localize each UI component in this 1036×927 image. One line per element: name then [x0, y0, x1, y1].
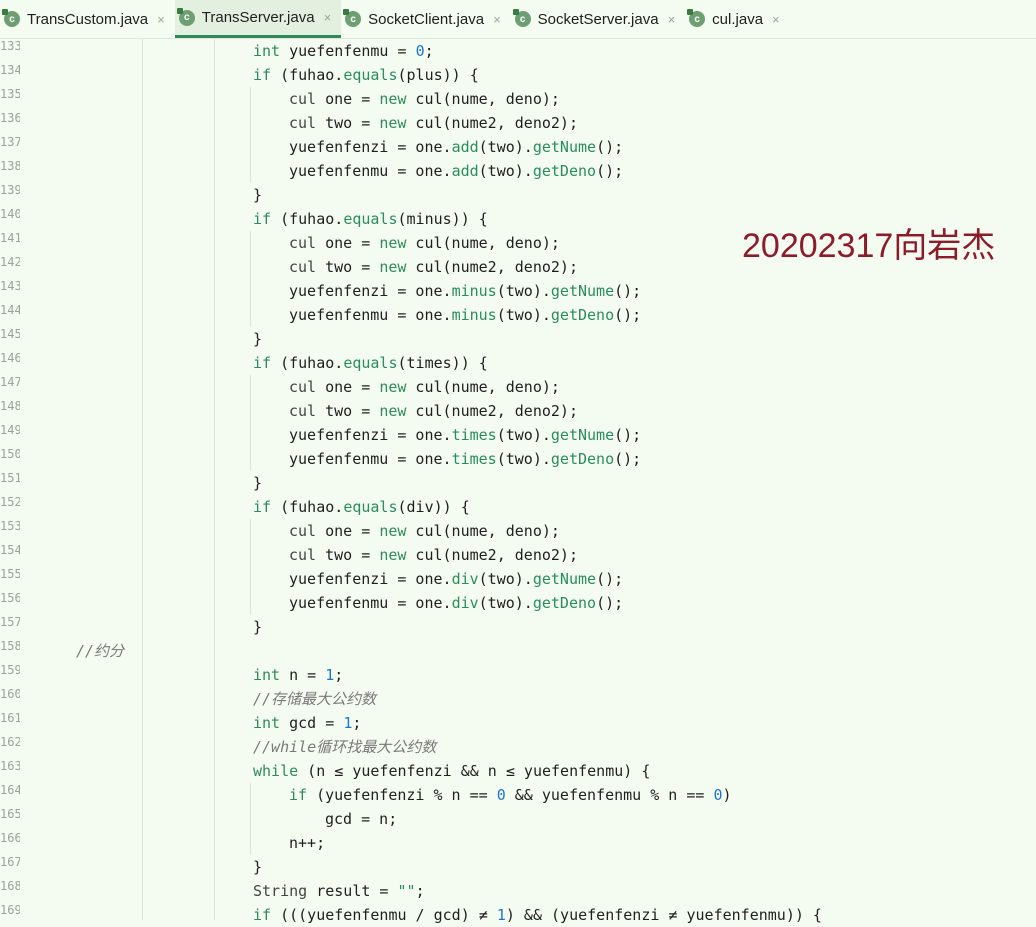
- indent-guide: [214, 39, 215, 920]
- code-line: if (fuhao.equals(minus)) {: [253, 210, 488, 228]
- tab-transcustom[interactable]: c TransCustom.java ×: [0, 0, 175, 38]
- tab-cul[interactable]: c cul.java ×: [685, 0, 789, 38]
- code-line: }: [253, 186, 263, 204]
- code-line: yuefenfenzi = one.add(two).getNume();: [289, 138, 624, 156]
- java-class-icon: c: [176, 7, 195, 26]
- tab-label: TransCustom.java: [27, 10, 149, 28]
- code-line: cul one = new cul(nume, deno);: [289, 90, 560, 108]
- close-icon[interactable]: ×: [324, 10, 332, 25]
- code-line: }: [253, 618, 263, 636]
- editor-tab-bar: c TransCustom.java × c TransServer.java …: [0, 0, 1036, 39]
- code-line: int yuefenfenmu = 0;: [253, 42, 434, 60]
- indent-guide: [250, 519, 251, 615]
- code-line: }: [253, 330, 263, 348]
- code-line: yuefenfenmu = one.add(two).getDeno();: [289, 162, 624, 180]
- java-class-icon: c: [687, 9, 706, 27]
- code-line: }: [253, 474, 263, 492]
- code-line: cul two = new cul(nume2, deno2);: [289, 402, 578, 420]
- code-line: cul one = new cul(nume, deno);: [289, 522, 560, 540]
- code-line: }: [253, 858, 263, 876]
- close-icon[interactable]: ×: [668, 12, 676, 27]
- java-class-icon: c: [512, 9, 531, 27]
- java-class-icon: c: [2, 9, 20, 27]
- indent-guide: [142, 39, 143, 920]
- indent-guide: [250, 375, 251, 471]
- author-watermark: 20202317向岩杰: [742, 227, 996, 265]
- code-line: yuefenfenmu = one.div(two).getDeno();: [289, 594, 624, 612]
- code-line: if (fuhao.equals(plus)) {: [253, 66, 479, 84]
- tab-label: SocketClient.java: [368, 10, 485, 28]
- tab-label: SocketServer.java: [537, 10, 659, 28]
- code-line: cul one = new cul(nume, deno);: [289, 378, 560, 396]
- code-line: int gcd = 1;: [253, 714, 362, 732]
- code-line: if (fuhao.equals(div)) {: [253, 498, 470, 516]
- code-line: yuefenfenmu = one.times(two).getDeno();: [289, 450, 642, 468]
- code-line: cul two = new cul(nume2, deno2);: [289, 114, 578, 132]
- code-comment: //约分: [76, 642, 125, 660]
- tab-socketserver[interactable]: c SocketServer.java ×: [511, 0, 686, 38]
- indent-guide: [250, 87, 251, 183]
- code-line: n++;: [289, 834, 326, 852]
- code-comment: //存储最大公约数: [253, 690, 377, 708]
- indent-guide: [250, 231, 251, 327]
- tab-label: TransServer.java: [201, 9, 315, 26]
- code-line: if (((yuefenfenmu / gcd) ≠ 1) && (yuefen…: [253, 906, 822, 924]
- java-class-icon: c: [343, 9, 362, 27]
- code-line: cul two = new cul(nume2, deno2);: [289, 546, 578, 564]
- code-line: yuefenfenmu = one.minus(two).getDeno();: [289, 306, 642, 324]
- indent-guide: [250, 783, 251, 855]
- close-icon[interactable]: ×: [493, 12, 501, 27]
- code-line: yuefenfenzi = one.div(two).getNume();: [289, 570, 624, 588]
- code-line: while (n ≤ yuefenfenzi && n ≤ yuefenfenm…: [253, 762, 651, 780]
- tab-label: cul.java: [712, 10, 764, 28]
- code-line: cul two = new cul(nume2, deno2);: [289, 258, 578, 276]
- code-line: String result = "";: [253, 882, 425, 900]
- code-comment: //while循环找最大公约数: [253, 738, 437, 756]
- close-icon[interactable]: ×: [772, 12, 780, 27]
- code-line: yuefenfenzi = one.times(two).getNume();: [289, 426, 642, 444]
- code-line: yuefenfenzi = one.minus(two).getNume();: [289, 282, 642, 300]
- code-editor[interactable]: int yuefenfenmu = 0; if (fuhao.equals(pl…: [0, 39, 1036, 924]
- code-line: if (yuefenfenzi % n == 0 && yuefenfenmu …: [289, 786, 732, 804]
- code-line: if (fuhao.equals(times)) {: [253, 354, 488, 372]
- tab-transserver[interactable]: c TransServer.java ×: [174, 0, 342, 38]
- code-line: gcd = n;: [325, 810, 398, 828]
- tab-socketclient[interactable]: c SocketClient.java ×: [341, 0, 511, 38]
- close-icon[interactable]: ×: [157, 12, 165, 27]
- code-line: cul one = new cul(nume, deno);: [289, 234, 560, 252]
- code-line: int n = 1;: [253, 666, 344, 684]
